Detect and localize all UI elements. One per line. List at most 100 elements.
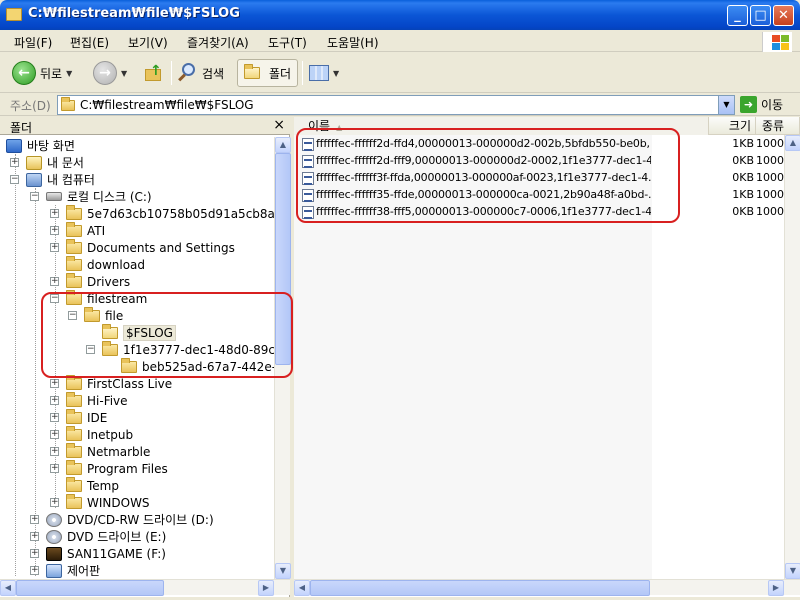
scroll-down-button[interactable]: ▼ xyxy=(275,563,291,579)
address-label: 주소(D) xyxy=(10,99,51,113)
folder-pane-horizontal-scrollbar[interactable]: ◀ ▶ xyxy=(0,579,290,596)
folder-pane-vertical-scrollbar[interactable]: ▲ ▼ xyxy=(274,137,291,579)
tree-item-desktop[interactable]: 바탕 화면 xyxy=(6,137,75,154)
minimize-button[interactable]: _ xyxy=(727,5,748,26)
tree-item-label: 바탕 화면 xyxy=(27,139,75,153)
scroll-thumb[interactable] xyxy=(310,580,650,596)
my-computer-icon xyxy=(26,172,42,187)
folders-label: 폴더 xyxy=(269,66,292,81)
menu-edit[interactable]: 편집(E) xyxy=(70,34,109,51)
tree-item-drive-d[interactable]: + DVD/CD-RW 드라이브 (D:) xyxy=(30,511,214,528)
scroll-up-button[interactable]: ▲ xyxy=(785,135,800,151)
collapse-icon[interactable]: − xyxy=(68,311,77,320)
expand-icon[interactable]: + xyxy=(50,430,59,439)
scroll-down-button[interactable]: ▼ xyxy=(785,563,800,579)
tree-item-file[interactable]: − file xyxy=(68,306,123,324)
tree-item-folder[interactable]: + Documents and Settings xyxy=(50,238,235,256)
tree-item-my-documents[interactable]: + 내 문서 xyxy=(10,154,84,171)
column-header-type[interactable]: 종류 xyxy=(756,117,800,135)
desktop-icon xyxy=(6,138,22,153)
file-row[interactable]: ffffffec-ffffff35-ffde,00000013-000000ca… xyxy=(294,187,800,204)
views-button[interactable]: ▼ xyxy=(309,59,339,87)
close-button[interactable]: ✕ xyxy=(773,5,794,26)
file-pane-horizontal-scrollbar[interactable]: ◀ ▶ xyxy=(294,579,800,596)
tree-item-folder[interactable]: + Inetpub xyxy=(50,425,133,443)
go-button[interactable]: ➜ 이동 xyxy=(740,96,783,113)
folders-button[interactable]: 폴더 xyxy=(237,59,299,87)
tree-item-folder[interactable]: + Drivers xyxy=(50,272,130,290)
tree-item-drive-e[interactable]: + DVD 드라이브 (E:) xyxy=(30,528,166,545)
game-drive-icon xyxy=(46,546,62,561)
file-row[interactable]: ffffffec-ffffff2d-fff9,00000013-000000d2… xyxy=(294,153,800,170)
collapse-icon[interactable]: − xyxy=(50,294,59,303)
collapse-icon[interactable]: − xyxy=(30,192,39,201)
maximize-button[interactable]: □ xyxy=(750,5,771,26)
up-button[interactable]: ↑ xyxy=(143,59,163,87)
tree-item-label: $FSLOG xyxy=(123,324,176,341)
expand-icon[interactable]: + xyxy=(50,379,59,388)
folder-icon xyxy=(66,272,82,288)
file-pane-vertical-scrollbar[interactable]: ▲ ▼ xyxy=(784,135,800,579)
expand-icon[interactable]: + xyxy=(50,243,59,252)
back-button[interactable]: ← 뒤로 ▼ xyxy=(12,59,72,87)
scroll-up-button[interactable]: ▲ xyxy=(275,137,291,153)
close-icon[interactable]: × xyxy=(273,117,285,133)
scroll-left-button[interactable]: ◀ xyxy=(0,580,16,596)
toolbar-separator xyxy=(171,61,172,85)
menu-favorites[interactable]: 즐겨찾기(A) xyxy=(187,34,249,51)
collapse-icon[interactable]: − xyxy=(86,345,95,354)
collapse-icon[interactable]: − xyxy=(10,175,19,184)
expand-icon[interactable]: + xyxy=(50,464,59,473)
tree-item-folder[interactable]: + Hi-Five xyxy=(50,391,128,409)
scroll-right-button[interactable]: ▶ xyxy=(258,580,274,596)
tree-item-folder[interactable]: Temp xyxy=(50,476,119,494)
expand-icon[interactable]: + xyxy=(50,226,59,235)
tree-item-local-disk-c[interactable]: − 로컬 디스크 (C:) xyxy=(30,188,152,205)
tree-item-filestream[interactable]: − filestream xyxy=(50,289,147,307)
tree-item-folder[interactable]: download xyxy=(50,255,145,273)
file-row[interactable]: ffffffec-ffffff3f-ffda,00000013-000000af… xyxy=(294,170,800,187)
scroll-left-button[interactable]: ◀ xyxy=(294,580,310,596)
expand-icon[interactable]: + xyxy=(30,566,39,575)
tree-item-folder[interactable]: + IDE xyxy=(50,408,107,426)
search-button[interactable]: 검색 xyxy=(176,59,224,87)
tree-item-folder[interactable]: + Netmarble xyxy=(50,442,150,460)
column-header-name[interactable]: 이름 ▲ xyxy=(294,117,709,135)
scroll-right-button[interactable]: ▶ xyxy=(768,580,784,596)
menu-tools[interactable]: 도구(T) xyxy=(268,34,307,51)
expand-icon[interactable]: + xyxy=(50,209,59,218)
expand-icon[interactable]: + xyxy=(30,515,39,524)
scroll-thumb[interactable] xyxy=(16,580,164,596)
file-row[interactable]: ffffffec-ffffff38-fff5,00000013-000000c7… xyxy=(294,204,800,221)
chevron-down-icon[interactable]: ▼ xyxy=(718,96,734,114)
address-input[interactable]: C:₩filestream₩file₩$FSLOG ▼ xyxy=(57,95,735,115)
expand-icon[interactable]: + xyxy=(50,413,59,422)
tree-item-folder[interactable]: + WINDOWS xyxy=(50,493,150,511)
tree-item-folder[interactable]: + FirstClass Live xyxy=(50,374,172,392)
expand-icon[interactable]: + xyxy=(10,158,19,167)
menu-file[interactable]: 파일(F) xyxy=(14,34,52,51)
tree-item-my-computer[interactable]: − 내 컴퓨터 xyxy=(10,171,95,188)
tree-item-fslog[interactable]: $FSLOG xyxy=(102,323,176,341)
tree-item-folder[interactable]: beb525ad-67a7-442e-b4 xyxy=(121,357,275,375)
tree-item-folder[interactable]: + Program Files xyxy=(50,459,168,477)
menu-view[interactable]: 보기(V) xyxy=(128,34,168,51)
tree-item-folder[interactable]: − 1f1e3777-dec1-48d0-89c3-c xyxy=(86,340,275,358)
expand-icon[interactable]: + xyxy=(50,396,59,405)
tree-item-folder[interactable]: + ATI xyxy=(50,221,105,239)
expand-icon[interactable]: + xyxy=(50,498,59,507)
tree-item-drive-f[interactable]: + SAN11GAME (F:) xyxy=(30,545,166,562)
expand-icon[interactable]: + xyxy=(30,549,39,558)
tree-item-control-panel[interactable]: + 제어판 xyxy=(30,562,100,579)
tree-item-label: SAN11GAME (F:) xyxy=(67,546,166,561)
file-row[interactable]: ffffffec-ffffff2d-ffd4,00000013-000000d2… xyxy=(294,136,800,153)
column-header-size[interactable]: 크기 xyxy=(709,117,756,135)
expand-icon[interactable]: + xyxy=(30,532,39,541)
tree-item-folder[interactable]: + 5e7d63cb10758b05d91a5cb8aea490 xyxy=(50,204,275,222)
expand-icon[interactable]: + xyxy=(50,447,59,456)
expand-icon[interactable]: + xyxy=(50,277,59,286)
menu-help[interactable]: 도움말(H) xyxy=(327,34,379,51)
window-title: C:₩filestream₩file₩$FSLOG xyxy=(28,6,240,21)
forward-button[interactable]: → ▼ xyxy=(93,59,127,87)
scroll-thumb[interactable] xyxy=(275,153,291,365)
